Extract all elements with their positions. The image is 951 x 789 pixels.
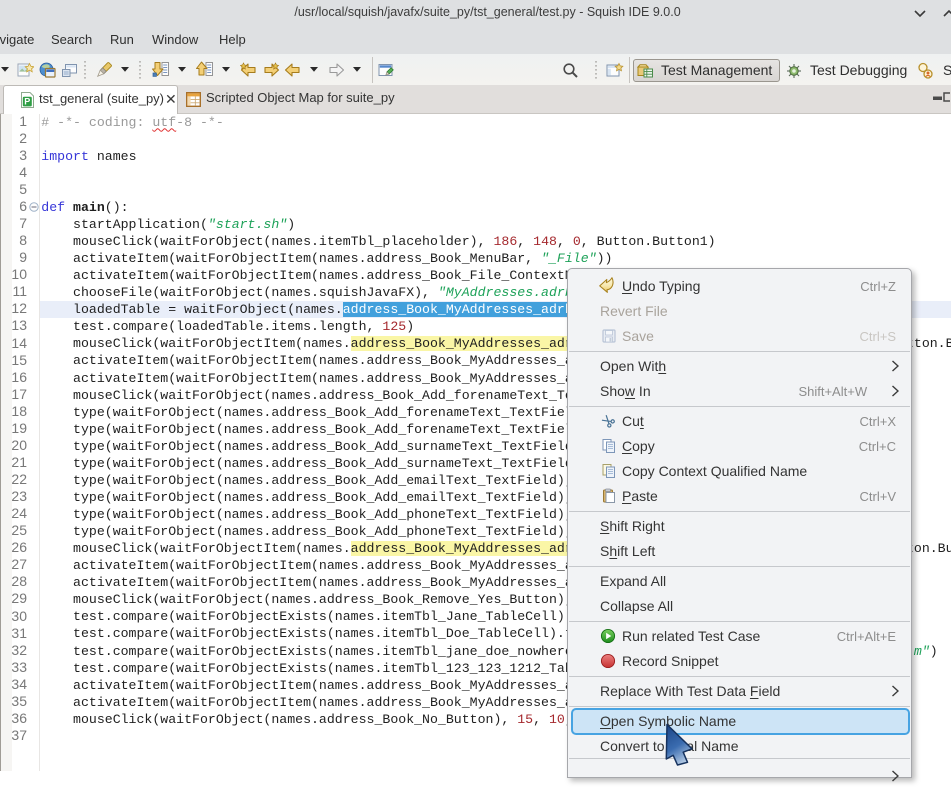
- svg-text:P: P: [24, 96, 30, 106]
